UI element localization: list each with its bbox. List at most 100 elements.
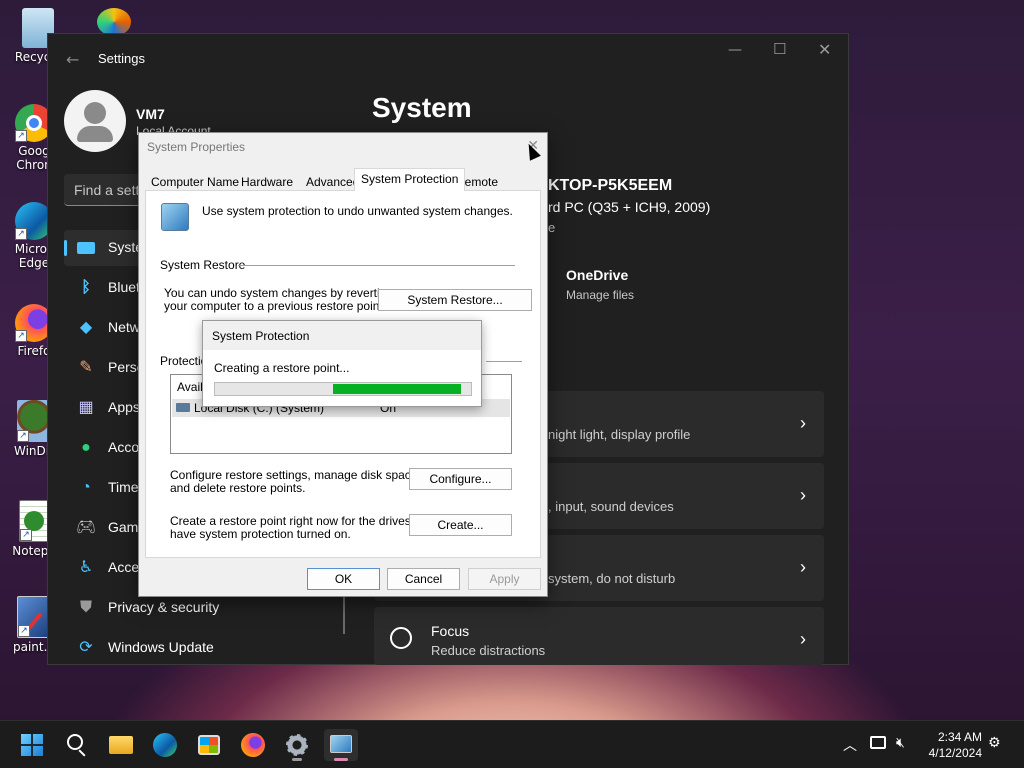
tab-computer-name[interactable]: Computer Name [145,172,245,190]
clock-date: 4/12/2024 [928,746,982,760]
avatar[interactable] [64,90,126,152]
maximize-button[interactable]: ☐ [773,40,786,58]
apply-button: Apply [468,568,541,590]
bluetooth-icon: ᛒ [81,279,91,296]
dialog-title: System Properties [147,140,246,154]
system-restore-button[interactable]: System Restore... [378,289,532,311]
notifications-icon[interactable]: ⚙︎ [988,735,1001,751]
sidebar-item-label: Acco [108,439,140,455]
user-name: VM7 [136,106,165,122]
settings-button[interactable] [280,729,314,761]
back-arrow-icon[interactable]: ← [66,50,79,69]
clock-time: 2:34 AM [937,730,982,744]
network-icon: ◆ [79,319,93,336]
shortcut-arrow-icon: ↗ [17,430,29,442]
scrollbar[interactable] [343,594,345,634]
store-button[interactable] [192,729,226,761]
start-icon [21,734,43,756]
windows-update-icon: ⟳ [79,639,93,656]
firefox-button[interactable] [236,729,270,761]
configure-description: and delete restore points. [170,481,306,495]
shortcut-arrow-icon: ↗ [15,228,27,240]
progress-message: Creating a restore point... [214,361,350,375]
sidebar-item-label: Apps [108,399,140,415]
system-protection-icon [161,203,189,231]
sidebar-item-label: Gam [108,519,139,535]
restore-description: your computer to a previous restore poin… [164,299,387,313]
intro-text: Use system protection to undo unwanted s… [202,204,513,218]
progress-fill [332,384,461,394]
card-subtitle: , input, sound devices [548,499,674,514]
sidebar-item-label: Bluet [108,279,140,295]
progress-bar [214,382,472,396]
network-icon[interactable] [870,736,886,749]
chevron-right-icon: › [800,629,806,649]
configure-button[interactable]: Configure... [409,468,512,490]
apps-icon: ▦ [78,399,94,416]
settings-titlebar: ← Settings — ☐ ✕ [48,34,848,82]
sidebar-item-label: Netw [108,319,140,335]
app-icon [97,8,131,36]
create-description: have system protection turned on. [170,527,351,541]
dialog-body [203,350,481,406]
chevron-right-icon: › [800,485,806,505]
create-button[interactable]: Create... [409,514,512,536]
chevron-right-icon: › [800,413,806,433]
paint-icon: ↗ [17,596,51,638]
drive-icon [176,403,190,412]
ok-button[interactable]: OK [307,568,380,590]
file-explorer-button[interactable] [104,729,138,761]
tab-hardware[interactable]: Hardware [235,172,299,190]
notepad-icon: ↗ [19,500,49,542]
cancel-button[interactable]: Cancel [387,568,460,590]
personalization-icon: ✎ [79,359,93,376]
system-restore-heading: System Restore [160,258,246,272]
start-button[interactable] [15,729,49,761]
chevron-up-icon[interactable]: ︿ [843,735,857,755]
accessibility-icon: ♿︎ [78,559,94,576]
search-icon [67,734,83,750]
sidebar-item-label: Privacy & security [108,599,220,615]
settings-card-focus[interactable]: Focus Reduce distractions › [374,607,824,665]
firefox-icon [241,733,265,757]
minimize-button[interactable]: — [728,42,742,58]
divider [238,265,515,266]
system-icon [76,238,96,258]
shortcut-arrow-icon: ↗ [15,130,27,142]
shortcut-arrow-icon: ↗ [15,330,27,342]
shortcut-arrow-icon: ↗ [18,625,30,637]
gaming-icon: 🎮︎ [76,519,97,536]
onedrive-title[interactable]: OneDrive [566,267,628,283]
device-name: KTOP-P5K5EEM [548,177,673,194]
search-icon-handle [78,749,86,757]
search-button[interactable] [60,729,94,761]
card-subtitle: system, do not disturb [548,571,676,586]
tab-system-protection[interactable]: System Protection [354,168,466,191]
divider [486,361,522,362]
sidebar-item-windows-update[interactable]: ⟳ Windows Update [64,630,344,666]
file-explorer-icon [109,736,133,754]
privacy-icon: ⛊ [79,599,92,616]
page-title: System [372,92,472,123]
edge-icon [153,733,177,757]
system-properties-button[interactable] [324,729,358,761]
dialog-title: System Protection [212,329,310,343]
close-button[interactable]: ✕ [818,40,831,59]
card-subtitle: night light, display profile [548,427,691,442]
rename-link[interactable]: e [548,220,555,235]
clock[interactable]: 2:34 AM 4/12/2024 [929,729,982,761]
windirstat-icon: ↗ [17,400,51,442]
store-icon [198,735,220,755]
edge-button[interactable] [148,729,182,761]
system-protection-progress-dialog: System Protection Creating a restore poi… [202,320,482,407]
focus-icon [390,627,412,649]
card-subtitle: Reduce distractions [431,643,546,658]
sidebar-item-label: Acce [108,559,140,575]
speaker-muted-icon[interactable]: 🔇︎ [896,735,905,751]
chevron-right-icon: › [800,557,806,577]
taskbar: ︿ 🔇︎ 2:34 AM 4/12/2024 ⚙︎ [0,720,1024,768]
time-icon: ◔ [81,479,91,496]
window-title: Settings [98,51,145,66]
settings-icon [286,734,308,756]
accounts-icon: ● [81,439,91,456]
